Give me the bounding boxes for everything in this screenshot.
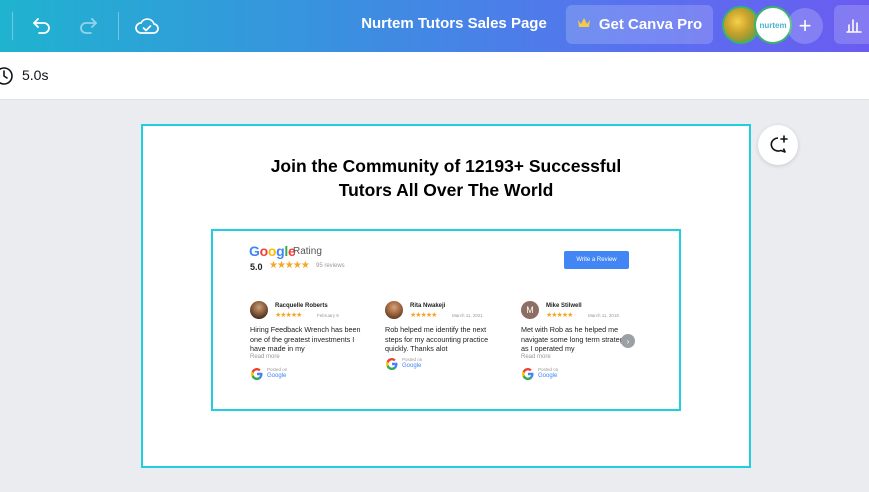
headline-line-1: Join the Community of 12193+ Successful: [270, 156, 622, 176]
review-date: March 11, 2021: [452, 313, 483, 318]
rating-label: Rating: [293, 246, 322, 257]
review-source: Google: [538, 373, 558, 379]
cloud-saved-icon[interactable]: [131, 10, 163, 42]
posted-on-label: Posted on: [538, 367, 559, 372]
review-stars: ★★★★★: [410, 312, 437, 319]
review-text: Hiring Feedback Wrench has been one of t…: [250, 325, 361, 353]
review-count: 95 reviews: [316, 263, 345, 269]
page-headline[interactable]: Join the Community of 12193+ Successful …: [143, 154, 749, 202]
top-bar: Nurtem Tutors Sales Page Get Canva Pro n…: [0, 0, 869, 52]
avatar-text: nurtem: [759, 20, 787, 30]
crown-icon: [577, 16, 591, 33]
divider: [118, 12, 119, 40]
posted-on-label: Posted on: [267, 367, 288, 372]
divider: [12, 12, 13, 40]
avatar: M: [521, 301, 539, 319]
google-logo: Google: [249, 243, 296, 259]
analytics-icon[interactable]: [834, 5, 869, 44]
google-g-icon: [385, 357, 399, 371]
add-comment-button[interactable]: [758, 125, 798, 165]
review-source: Google: [267, 373, 287, 379]
read-more-link: Read more: [521, 354, 551, 360]
avatar: [250, 301, 268, 319]
redo-icon[interactable]: [72, 10, 104, 42]
document-title[interactable]: Nurtem Tutors Sales Page: [356, 15, 552, 32]
get-canva-pro-button[interactable]: Get Canva Pro: [566, 5, 713, 44]
rating-score: 5.0: [250, 262, 263, 272]
review-date: February 9: [317, 313, 339, 318]
review-stars: ★★★★★: [275, 312, 302, 319]
reviewer-name: Mike Stilwell: [546, 303, 582, 309]
review-date: March 11, 2018: [588, 313, 619, 318]
undo-icon[interactable]: [26, 10, 58, 42]
reviewer-name: Racquelle Roberts: [275, 303, 328, 309]
duration-label[interactable]: 5.0s: [22, 67, 48, 83]
chevron-right-icon: ›: [621, 334, 635, 348]
review-stars: ★★★★★: [546, 312, 573, 319]
headline-line-2: Tutors All Over The World: [338, 180, 554, 200]
google-reviews-image[interactable]: Google Rating 5.0 ★★★★★ 95 reviews Write…: [211, 229, 681, 411]
reviewer-name: Rita Nwakeji: [410, 303, 446, 309]
write-review-button: Write a Review: [564, 251, 629, 269]
google-g-icon: [250, 367, 264, 381]
avatar: [385, 301, 403, 319]
google-g-icon: [521, 367, 535, 381]
read-more-link: Read more: [250, 354, 280, 360]
avatar-initial: M: [526, 305, 534, 315]
review-text: Rob helped me identify the next steps fo…: [385, 325, 489, 353]
clock-icon[interactable]: [0, 66, 14, 91]
plus-icon[interactable]: +: [787, 8, 823, 44]
get-canva-pro-label: Get Canva Pro: [598, 16, 703, 33]
timing-toolbar: 5.0s: [0, 52, 869, 100]
posted-on-label: Posted on: [402, 357, 423, 362]
rating-stars: ★★★★★: [269, 260, 310, 271]
review-source: Google: [402, 363, 422, 369]
